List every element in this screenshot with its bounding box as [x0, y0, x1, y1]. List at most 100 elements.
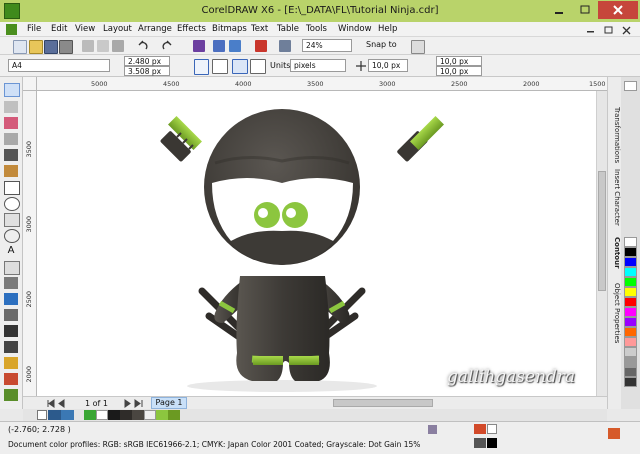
swatch-purple[interactable] [624, 317, 637, 327]
vertical-scrollbar[interactable] [596, 91, 607, 396]
undo-icon[interactable] [137, 40, 149, 52]
doc-swatch-lime[interactable] [156, 410, 168, 420]
doc-swatch-white[interactable] [96, 410, 108, 420]
smart-fill-tool-icon[interactable] [4, 165, 18, 177]
open-icon[interactable] [29, 40, 43, 54]
document-icon[interactable] [6, 24, 17, 35]
page-size-select[interactable]: A4 [8, 59, 110, 72]
fill-swatch[interactable] [487, 424, 497, 434]
drawing-canvas[interactable]: gallihgasendra [37, 91, 596, 396]
page-height-field[interactable]: 3.508 px [124, 66, 170, 76]
shape-tool-icon[interactable] [4, 101, 18, 113]
horizontal-ruler[interactable]: 5000 4500 4000 3500 3000 2500 2000 1500 [37, 77, 607, 91]
polygon-tool-icon[interactable] [4, 213, 20, 227]
menu-tools[interactable]: Tools [306, 24, 327, 34]
table-tool-icon[interactable] [4, 261, 20, 275]
menu-edit[interactable]: Edit [51, 24, 67, 34]
outline-swatch[interactable] [487, 438, 497, 448]
fill-tool-icon[interactable] [4, 373, 18, 385]
menu-bitmaps[interactable]: Bitmaps [212, 24, 247, 34]
restore-button[interactable] [572, 1, 598, 19]
fill-bucket-icon[interactable] [474, 424, 486, 434]
options-icon[interactable] [411, 40, 425, 54]
page-tab[interactable]: Page 1 [151, 397, 187, 409]
swatch-gray-80[interactable] [624, 377, 637, 387]
menu-help[interactable]: Help [378, 24, 397, 34]
swatch-yellow[interactable] [624, 287, 637, 297]
landscape-icon[interactable] [212, 59, 228, 74]
redo-icon[interactable] [161, 40, 173, 52]
doc-swatch-lightblue[interactable] [61, 410, 74, 420]
zoom-tool-icon[interactable] [4, 133, 18, 145]
cut-icon[interactable] [82, 40, 94, 52]
docker-tab-contour[interactable]: Contour [609, 237, 621, 269]
save-icon[interactable] [44, 40, 58, 54]
doc-swatch-darkgray[interactable] [120, 410, 132, 420]
menu-table[interactable]: Table [277, 24, 299, 34]
dimension-tool-icon[interactable] [4, 277, 18, 289]
zoom-level-field[interactable]: 24% [302, 39, 352, 52]
docker-tab-object-properties[interactable]: Object Properties [609, 283, 621, 343]
duplicate-y-field[interactable]: 10,0 px [436, 66, 482, 76]
menu-layout[interactable]: Layout [103, 24, 132, 34]
transparency-tool-icon[interactable] [4, 325, 18, 337]
palette-arrow-up[interactable] [624, 81, 637, 91]
page-nav-next-arrows[interactable] [123, 399, 153, 408]
docker-tab-transformations[interactable]: Transformations [609, 107, 621, 163]
pick-tool-icon[interactable] [4, 83, 20, 97]
crop-tool-icon[interactable] [4, 117, 18, 129]
ninja-illustration[interactable] [37, 91, 596, 396]
swatch-cyan[interactable] [624, 267, 637, 277]
swatch-red[interactable] [624, 297, 637, 307]
ruler-origin[interactable] [23, 77, 37, 91]
swatch-gray-40[interactable] [624, 357, 637, 367]
print-icon[interactable] [59, 40, 73, 54]
swatch-orange[interactable] [624, 327, 637, 337]
user-icon[interactable] [608, 428, 620, 439]
vertical-ruler[interactable]: 3500 3000 2500 2000 [23, 91, 37, 396]
no-color-swatch[interactable] [37, 410, 47, 420]
swatch-black[interactable] [624, 247, 637, 257]
page-nav-arrows[interactable] [45, 399, 85, 408]
swatch-magenta[interactable] [624, 307, 637, 317]
interactive-fill-tool-icon[interactable] [4, 389, 18, 401]
doc-swatch-black[interactable] [108, 410, 120, 420]
nudge-distance-field[interactable]: 10,0 px [368, 59, 408, 72]
search-content-icon[interactable] [193, 40, 205, 52]
connector-tool-icon[interactable] [4, 293, 18, 305]
menu-window[interactable]: Window [338, 24, 372, 34]
rectangle-tool-icon[interactable] [4, 181, 20, 195]
new-icon[interactable] [13, 40, 27, 54]
doc-window-controls[interactable] [585, 25, 635, 35]
swatch-green[interactable] [624, 277, 637, 287]
duplicate-x-field[interactable]: 10,0 px [436, 56, 482, 66]
outline-tool-icon[interactable] [4, 357, 18, 369]
doc-swatch-green[interactable] [84, 410, 96, 420]
publish-pdf-icon[interactable] [255, 40, 267, 52]
current-page-icon[interactable] [250, 59, 266, 74]
blend-tool-icon[interactable] [4, 309, 18, 321]
color-profiles-text[interactable]: Document color profiles: RGB: sRGB IEC61… [8, 440, 420, 449]
import-icon[interactable] [213, 40, 225, 52]
export-icon[interactable] [229, 40, 241, 52]
portrait-icon[interactable] [194, 59, 209, 75]
eyedropper-tool-icon[interactable] [4, 341, 18, 353]
snap-to-menu[interactable]: Snap to [366, 40, 397, 49]
menu-view[interactable]: View [75, 24, 95, 34]
copy-icon[interactable] [97, 40, 109, 52]
text-tool-icon[interactable]: A [4, 245, 18, 257]
docker-tab-insert-character[interactable]: Insert Character [609, 169, 621, 226]
doc-swatch-lightgray[interactable] [144, 410, 156, 420]
outline-pen-icon[interactable] [474, 438, 486, 448]
fill-indicator-icon[interactable] [428, 425, 437, 434]
menu-effects[interactable]: Effects [177, 24, 206, 34]
scroll-thumb[interactable] [598, 171, 606, 291]
menu-file[interactable]: File [27, 24, 41, 34]
swatch-blue[interactable] [624, 257, 637, 267]
page-width-field[interactable]: 2.480 px [124, 56, 170, 66]
close-button[interactable] [598, 1, 638, 19]
all-pages-icon[interactable] [232, 59, 248, 74]
ellipse-tool-icon[interactable] [4, 197, 20, 211]
basic-shapes-tool-icon[interactable] [4, 229, 20, 243]
menu-text[interactable]: Text [251, 24, 268, 34]
